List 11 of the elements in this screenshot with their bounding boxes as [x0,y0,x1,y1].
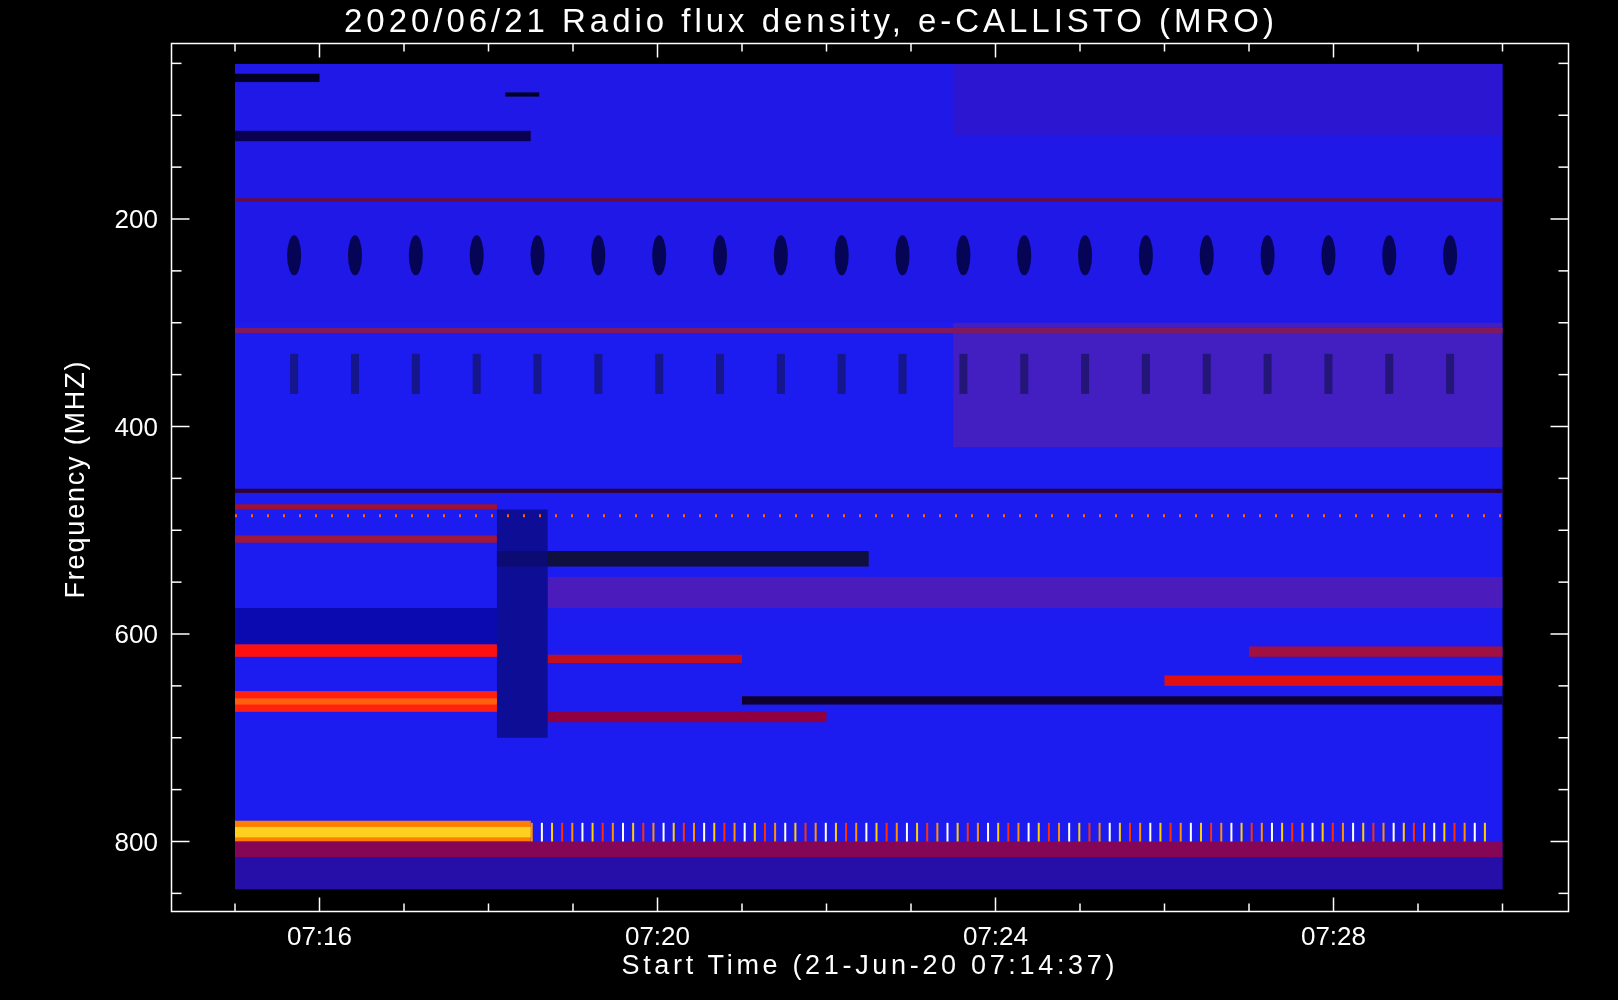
axis-tick-label: 07:28 [1300,921,1367,951]
axis-tick-label: 400 [114,411,158,442]
axis-tick-label: 07:20 [624,921,691,951]
axis-tick-label: 07:16 [286,921,353,951]
axis-label: Start Time (21-Jun-20 07:14:37) [621,950,1115,980]
axis-tick-label: 07:24 [962,921,1029,951]
axis-tick-label: 200 [114,204,158,234]
axis-tick-label: 800 [114,826,158,857]
chart-title: 2020/06/21 Radio flux density, e-CALLISTO (MRO) [344,2,1274,39]
axis-label: Frequency (MHZ) [60,361,90,599]
axis-tick-label: 600 [114,619,158,649]
